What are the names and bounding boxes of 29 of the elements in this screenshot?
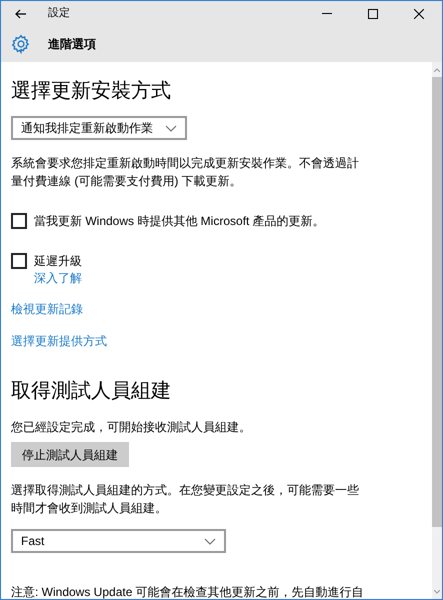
checkbox[interactable] (11, 253, 27, 269)
dropdown[interactable]: 通知我排定重新啟動作業 (11, 116, 187, 140)
stop-button[interactable]: 停止測試人員組建 (11, 442, 129, 467)
window-title: 設定 (48, 6, 70, 22)
page-title: 進階選項 (48, 36, 96, 53)
learn-more-link[interactable]: 深入了解 (34, 270, 82, 286)
description-text: 系統會要求您排定重新啟動時間以完成更新安裝作業。不會透過計量付費連線 (可能需要支付費用) 下載更新。 (11, 155, 360, 190)
gear-icon (11, 34, 31, 54)
note-text: 注意: Windows Update 可能會在檢查其他更新之前，先自動進行自 (11, 584, 365, 599)
link[interactable]: 選擇更新提供方式 (11, 332, 107, 350)
close-icon (414, 8, 424, 18)
description-text: 您已經設定完成，可開始接收測試人員組建。 (11, 419, 252, 436)
checkbox[interactable] (11, 213, 27, 229)
checkbox-label: 延遲升級 (34, 253, 82, 270)
section-heading: 選擇更新安裝方式 (11, 79, 172, 104)
section-heading: 取得測試人員組建 (11, 379, 172, 404)
link[interactable]: 檢視更新記錄 (11, 300, 83, 318)
scroll-up-icon (434, 68, 440, 72)
scrollbar-thumb[interactable] (432, 77, 442, 527)
checkbox-label: 當我更新 Windows 時提供其他 Microsoft 產品的更新。 (34, 213, 325, 230)
maximize-icon (368, 8, 378, 18)
description-text: 選擇取得測試人員組建的方式。在您變更設定之後，可能需要一些時間才會收到測試人員組建。 (11, 482, 360, 517)
chevron-down-icon (165, 124, 177, 132)
chevron-down-icon (204, 538, 216, 544)
back-arrow-icon (15, 8, 27, 18)
dropdown[interactable]: Fast (11, 529, 226, 553)
scroll-down-icon (434, 590, 440, 594)
minimize-icon (322, 13, 332, 14)
scrollbar[interactable] (432, 62, 442, 599)
